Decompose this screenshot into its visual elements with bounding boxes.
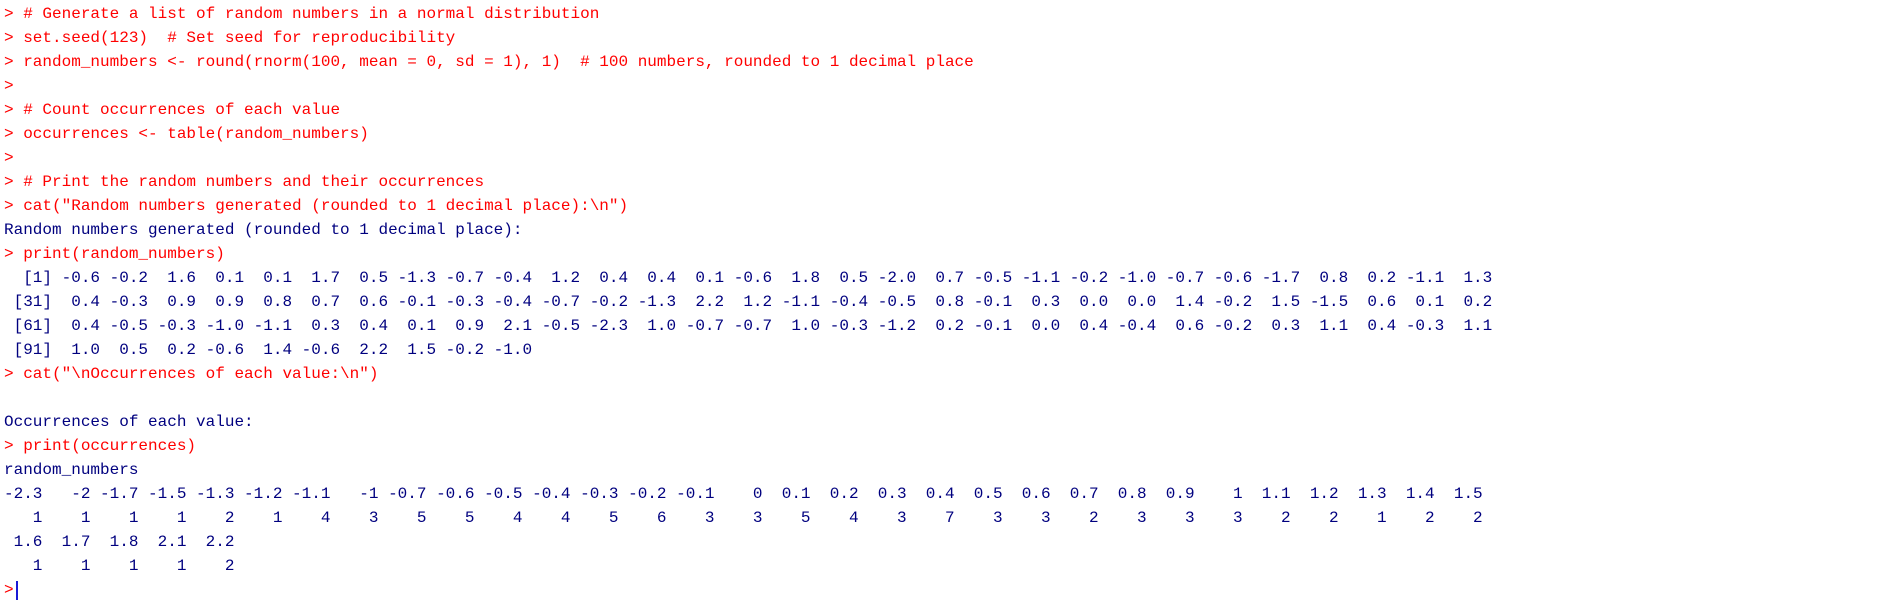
console-output-line: random_numbers bbox=[4, 461, 139, 479]
console-input-line: > # Print the random numbers and their o… bbox=[4, 173, 485, 191]
console-output-line: Random numbers generated (rounded to 1 d… bbox=[4, 221, 523, 239]
console-input-line: > occurrences <- table(random_numbers) bbox=[4, 125, 369, 143]
console-input-line: > set.seed(123) # Set seed for reproduci… bbox=[4, 29, 456, 47]
console-input-line: > random_numbers <- round(rnorm(100, mea… bbox=[4, 53, 974, 71]
console-output-line: [61] 0.4 -0.5 -0.3 -1.0 -1.1 0.3 0.4 0.1… bbox=[4, 317, 1493, 335]
console-output-line: [1] -0.6 -0.2 1.6 0.1 0.1 1.7 0.5 -1.3 -… bbox=[4, 269, 1493, 287]
console-input-line: > print(random_numbers) bbox=[4, 245, 225, 263]
console-output-line: [31] 0.4 -0.3 0.9 0.9 0.8 0.7 0.6 -0.1 -… bbox=[4, 293, 1493, 311]
console-input-line: > print(occurrences) bbox=[4, 437, 197, 455]
console-output-line: -2.3 -2 -1.7 -1.5 -1.3 -1.2 -1.1 -1 -0.7… bbox=[4, 485, 1483, 503]
console-input-line: > bbox=[4, 77, 14, 95]
console-output-line: 1 1 1 1 2 1 4 3 5 5 4 4 5 6 3 3 5 4 3 7 … bbox=[4, 509, 1483, 527]
console-input-line: > cat("Random numbers generated (rounded… bbox=[4, 197, 629, 215]
console-input-line: > cat("\nOccurrences of each value:\n") bbox=[4, 365, 379, 383]
console-lines: > # Generate a list of random numbers in… bbox=[4, 2, 1897, 578]
console-output-line: 1 1 1 1 2 bbox=[4, 557, 235, 575]
console-prompt-line[interactable]: > bbox=[4, 578, 1897, 602]
console-output-line: Occurrences of each value: bbox=[4, 413, 254, 431]
console-input-line: > bbox=[4, 149, 14, 167]
console-output-line: 1.6 1.7 1.8 2.1 2.2 bbox=[4, 533, 235, 551]
console-output-line: [91] 1.0 0.5 0.2 -0.6 1.4 -0.6 2.2 1.5 -… bbox=[4, 341, 533, 359]
console-prompt: > bbox=[4, 581, 14, 599]
console-input-line: > # Generate a list of random numbers in… bbox=[4, 5, 600, 23]
text-cursor bbox=[15, 580, 18, 600]
console-input-line: > # Count occurrences of each value bbox=[4, 101, 341, 119]
r-console[interactable]: > # Generate a list of random numbers in… bbox=[0, 0, 1897, 605]
